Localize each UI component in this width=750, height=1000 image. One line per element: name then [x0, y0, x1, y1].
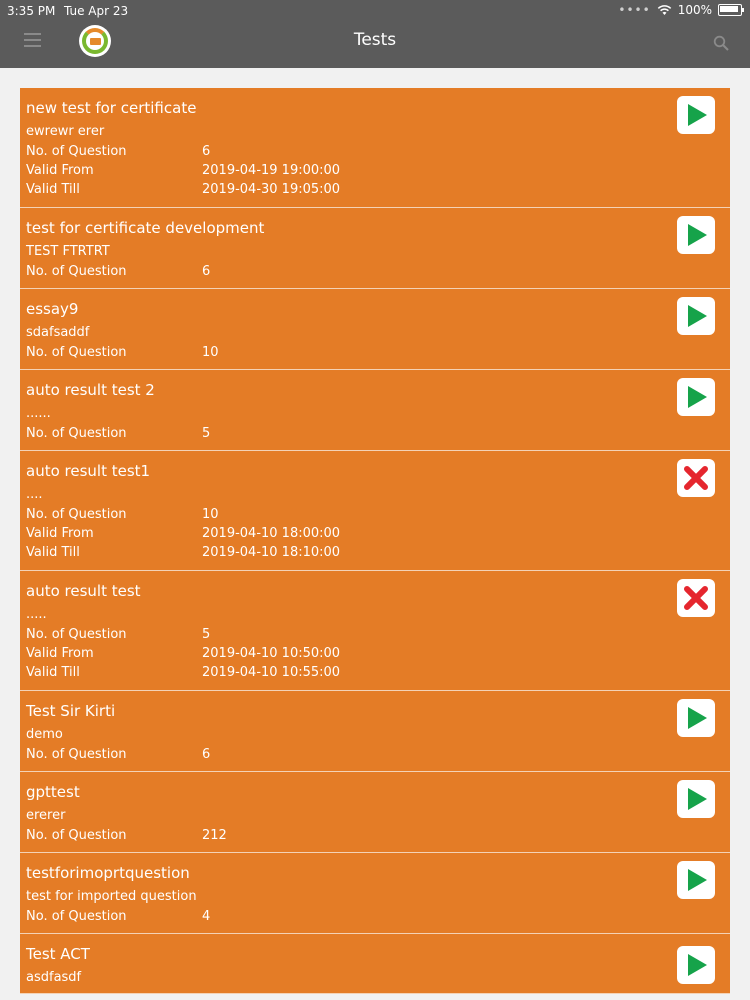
start-test-button[interactable] — [677, 96, 715, 134]
test-description: demo — [26, 727, 63, 742]
questions-value: 10 — [202, 507, 219, 522]
questions-value: 4 — [202, 909, 211, 924]
signal-dots: •••• — [618, 3, 651, 17]
page-title: Tests — [353, 30, 397, 50]
test-card[interactable]: gpttest ererer No. of Question 212 — [20, 772, 730, 853]
questions-value: 10 — [202, 345, 219, 360]
test-title: auto result test1 — [26, 462, 151, 480]
wifi-icon — [657, 4, 671, 15]
valid-till-value: 2019-04-10 10:55:00 — [202, 665, 341, 680]
valid-till-label: Valid Till — [26, 182, 80, 197]
test-description: ..... — [26, 607, 47, 622]
questions-value: 6 — [202, 144, 211, 159]
play-icon — [688, 224, 707, 246]
questions-label: No. of Question — [26, 828, 127, 843]
play-icon — [688, 305, 707, 327]
test-card[interactable]: essay9 sdafsaddf No. of Question 10 — [20, 289, 730, 370]
test-card[interactable]: testforimoprtquestion test for imported q… — [20, 853, 730, 934]
valid-till-label: Valid Till — [26, 545, 80, 560]
start-test-button[interactable] — [677, 378, 715, 416]
test-description: sdafsaddf — [26, 325, 90, 340]
play-icon — [688, 788, 707, 810]
test-description: .... — [26, 487, 43, 502]
test-closed-button[interactable] — [677, 459, 715, 497]
test-card[interactable]: auto result test1.... No. of Question 10 Va… — [20, 451, 730, 571]
test-description: ererer — [26, 808, 66, 823]
test-card[interactable]: auto result test 2...... No. of Question 5 — [20, 370, 730, 451]
valid-till-value: 2019-04-10 18:10:00 — [202, 545, 341, 560]
questions-label: No. of Question — [26, 747, 127, 762]
questions-label: No. of Question — [26, 345, 127, 360]
test-card[interactable]: test for certificate development TEST FTR… — [20, 208, 730, 289]
questions-label: No. of Question — [26, 507, 127, 522]
questions-value: 5 — [202, 627, 211, 642]
status-date: Tue Apr 23 — [64, 4, 129, 18]
valid-from-label: Valid From — [26, 163, 94, 178]
battery-percent: 100% — [677, 3, 712, 17]
test-list: new test for certificate ewrewr erer No. o… — [20, 88, 730, 994]
play-icon — [688, 954, 707, 976]
questions-label: No. of Question — [26, 426, 127, 441]
status-time: 3:35 PM — [7, 4, 56, 18]
questions-label: No. of Question — [26, 627, 127, 642]
questions-value: 212 — [202, 828, 227, 843]
test-description: ...... — [26, 406, 51, 421]
valid-from-value: 2019-04-10 10:50:00 — [202, 646, 341, 661]
test-title: auto result test — [26, 582, 141, 600]
test-card[interactable]: Test Sir Kirti demo No. of Question 6 — [20, 691, 730, 772]
valid-from-value: 2019-04-19 19:00:00 — [202, 163, 341, 178]
test-title: essay9 — [26, 300, 79, 318]
test-description: TEST FTRTRT — [26, 244, 110, 259]
test-closed-button[interactable] — [677, 579, 715, 617]
play-icon — [688, 386, 707, 408]
test-title: Test Sir Kirti — [26, 702, 116, 720]
battery-icon — [718, 4, 744, 16]
test-title: new test for certificate — [26, 99, 197, 117]
play-icon — [688, 104, 707, 126]
questions-value: 5 — [202, 426, 211, 441]
valid-from-value: 2019-04-10 18:00:00 — [202, 526, 341, 541]
test-title: Test ACT — [26, 945, 90, 963]
start-test-button[interactable] — [677, 297, 715, 335]
start-test-button[interactable] — [677, 861, 715, 899]
valid-till-label: Valid Till — [26, 665, 80, 680]
questions-label: No. of Question — [26, 264, 127, 279]
test-title: test for certificate development — [26, 219, 265, 237]
test-title: testforimoprtquestion — [26, 864, 190, 882]
test-description: test for imported question — [26, 889, 197, 904]
status-indicators: •••• 100% — [618, 3, 744, 17]
top-bar: 3:35 PM Tue Apr 23 •••• 100% Tests — [0, 0, 750, 68]
questions-value: 6 — [202, 747, 211, 762]
test-description: asdfasdf — [26, 970, 82, 985]
test-description: ewrewr erer — [26, 124, 105, 139]
close-icon — [684, 466, 708, 490]
start-test-button[interactable] — [677, 699, 715, 737]
test-title: gpttest — [26, 783, 80, 801]
play-icon — [688, 707, 707, 729]
questions-label: No. of Question — [26, 144, 127, 159]
play-icon — [688, 869, 707, 891]
test-card[interactable]: Test ACT asdfasdf — [20, 934, 730, 994]
start-test-button[interactable] — [677, 216, 715, 254]
start-test-button[interactable] — [677, 780, 715, 818]
search-icon[interactable] — [713, 35, 729, 51]
valid-till-value: 2019-04-30 19:05:00 — [202, 182, 341, 197]
test-card[interactable]: new test for certificate ewrewr erer No. o… — [20, 88, 730, 208]
test-title: auto result test 2 — [26, 381, 155, 399]
start-test-button[interactable] — [677, 946, 715, 984]
close-icon — [684, 586, 708, 610]
questions-value: 6 — [202, 264, 211, 279]
questions-label: No. of Question — [26, 909, 127, 924]
valid-from-label: Valid From — [26, 646, 94, 661]
test-card[interactable]: auto result test..... No. of Question 5 Val… — [20, 571, 730, 691]
valid-from-label: Valid From — [26, 526, 94, 541]
